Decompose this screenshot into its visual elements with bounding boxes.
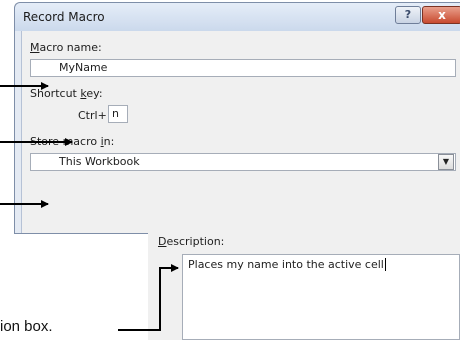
arrow-to-description [118, 264, 179, 331]
callout-arrows [0, 82, 179, 331]
